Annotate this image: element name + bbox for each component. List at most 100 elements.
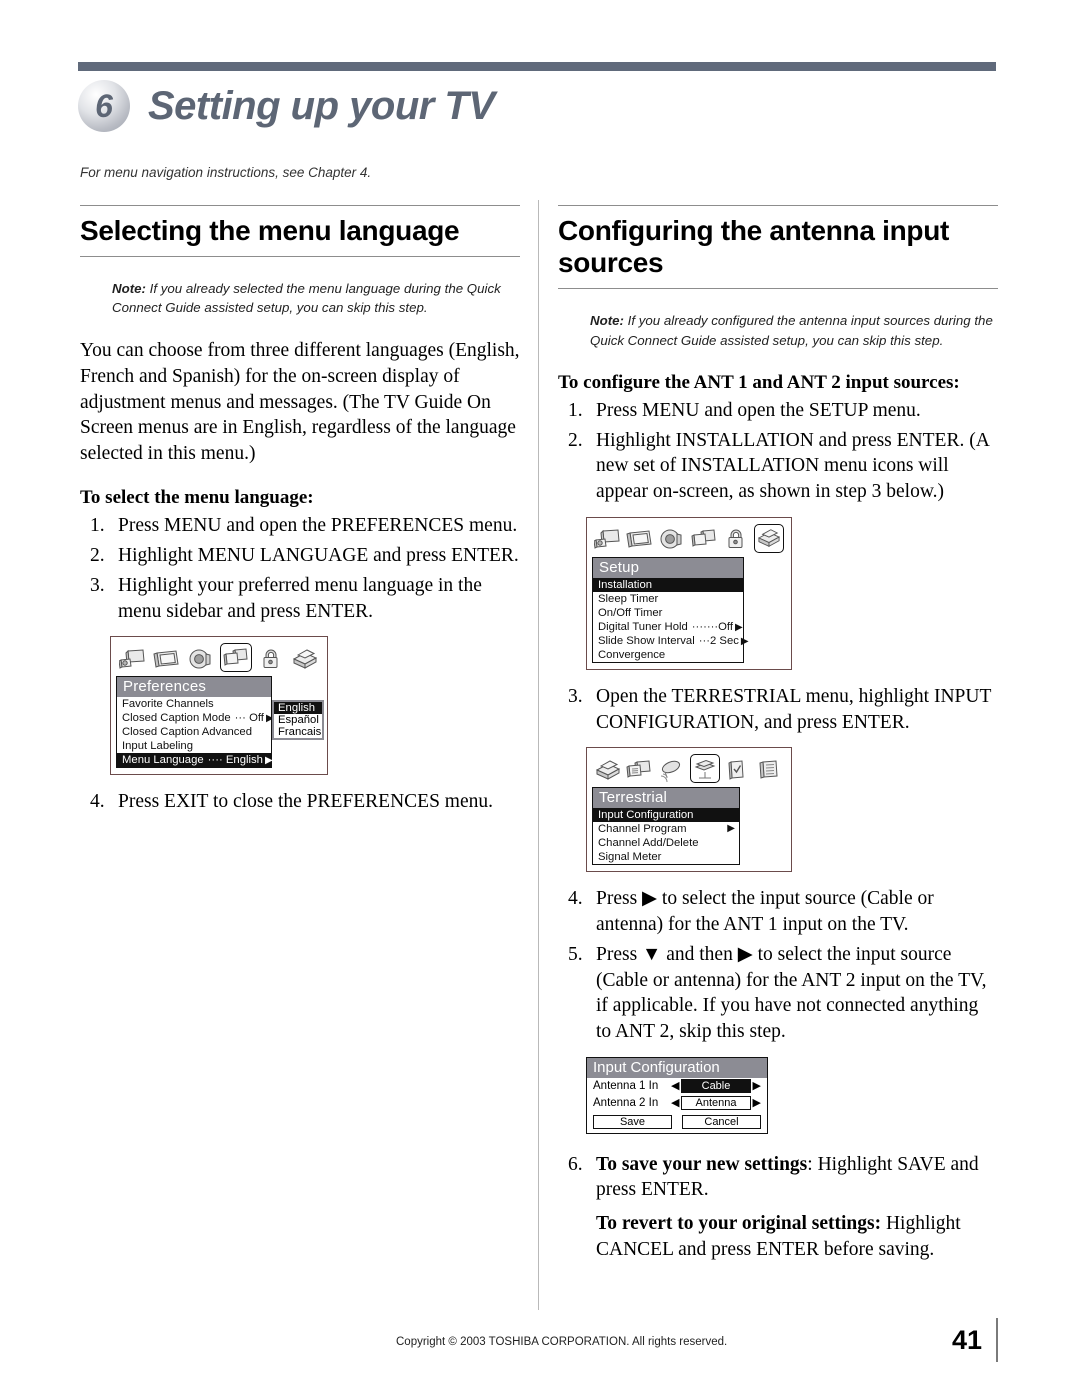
- list-item: 3. Open the TERRESTRIAL menu, highlight I…: [558, 684, 998, 735]
- menu-item-value: ···2 Sec ▶: [698, 634, 749, 647]
- sidebar-item-francais[interactable]: Francais: [274, 726, 322, 738]
- menu-item-convergence[interactable]: Convergence: [593, 648, 743, 662]
- menu-item-favorite-channels[interactable]: Favorite Channels: [117, 697, 271, 711]
- menu-item-sleep-timer[interactable]: Sleep Timer: [593, 592, 743, 606]
- menu-item-on-off-timer[interactable]: On/Off Timer: [593, 606, 743, 620]
- list-item: 3. Highlight your preferred menu language…: [80, 573, 520, 624]
- setup-box-icon[interactable]: [594, 756, 622, 783]
- menu-item-menu-language[interactable]: Menu Language ···· English ▶: [117, 753, 273, 768]
- right-lead: To configure the ANT 1 and ANT 2 input s…: [558, 371, 960, 393]
- tv-screen-icon[interactable]: [152, 645, 182, 672]
- menu-item-label: Closed Caption Advanced: [122, 726, 253, 739]
- terrestrial-panel: Terrestrial Input Configuration Channel …: [592, 787, 740, 866]
- step-text: Press MENU and open the SETUP menu.: [596, 399, 921, 421]
- chevron-left-icon[interactable]: ◀: [671, 1097, 679, 1109]
- chevron-left-icon[interactable]: ◀: [671, 1080, 679, 1092]
- satellite-dish-icon[interactable]: [658, 756, 686, 783]
- list-item: To revert to your original settings: Hig…: [558, 1211, 998, 1262]
- step-number: 4.: [568, 888, 583, 910]
- chevron-right-icon: ▶: [727, 823, 735, 835]
- preferences-osd-figure: Preferences Favorite Channels Closed Cap…: [110, 636, 520, 776]
- setup-box-icon[interactable]: [754, 523, 784, 553]
- menu-item-installation[interactable]: Installation: [593, 577, 743, 592]
- preferences-panel-wrap: Preferences Favorite Channels Closed Cap…: [111, 676, 327, 769]
- step-text: Highlight your preferred menu language i…: [118, 574, 482, 622]
- page-number: 41: [952, 1325, 983, 1355]
- left-note: Note: If you already selected the menu l…: [112, 279, 520, 318]
- preferences-screens-icon[interactable]: [690, 526, 718, 553]
- right-steps-4-5: 4. Press ▶ to select the input source (Ca…: [558, 886, 998, 1044]
- list-item: 4. Press EXIT to close the PREFERENCES me…: [80, 789, 520, 815]
- tv-screen-icon[interactable]: [626, 526, 654, 553]
- chevron-right-icon[interactable]: ▶: [753, 1097, 761, 1109]
- menu-item-input-labeling[interactable]: Input Labeling: [117, 739, 271, 753]
- menu-item-channel-add-delete[interactable]: Channel Add/Delete: [593, 836, 739, 850]
- antenna-1-value[interactable]: Cable: [681, 1079, 751, 1094]
- chevron-right-icon: ▶: [740, 635, 749, 647]
- preferences-screens-icon[interactable]: [220, 643, 252, 673]
- terrestrial-antenna-icon[interactable]: [690, 754, 720, 784]
- antenna-2-row: Antenna 2 In ◀ Antenna ▶: [587, 1095, 767, 1112]
- audio-speaker-icon[interactable]: [186, 645, 216, 672]
- menu-item-channel-program[interactable]: Channel Program ▶: [593, 822, 739, 836]
- picture-icon[interactable]: [594, 526, 622, 553]
- right-step3-list: 3. Open the TERRESTRIAL menu, highlight I…: [558, 684, 998, 735]
- setup-panel-wrap: Setup Installation Sleep Timer On/Off Ti…: [587, 556, 791, 663]
- audio-speaker-icon[interactable]: [658, 526, 686, 553]
- chevron-right-icon: ▶: [737, 943, 753, 965]
- right-section-title: Configuring the antenna input sources: [558, 215, 950, 279]
- menu-item-closed-caption-advanced[interactable]: Closed Caption Advanced: [117, 725, 271, 739]
- sidebar-item-english[interactable]: English: [274, 702, 322, 715]
- preferences-icon-row: [111, 637, 327, 676]
- lock-icon[interactable]: [722, 526, 750, 553]
- step-number: 2.: [90, 545, 105, 567]
- setup-osd-figure: Setup Installation Sleep Timer On/Off Ti…: [586, 516, 998, 670]
- menu-item-label: Channel Add/Delete: [598, 837, 699, 850]
- input-configuration-buttons: Save Cancel: [587, 1112, 767, 1133]
- antenna-1-label: Antenna 1 In: [593, 1080, 659, 1093]
- menu-item-label: Closed Caption Mode: [122, 712, 231, 725]
- lock-icon[interactable]: [256, 645, 286, 672]
- input-labeling-icon[interactable]: [626, 756, 654, 783]
- menu-item-digital-tuner-hold[interactable]: Digital Tuner Hold ·······Off ▶: [593, 620, 743, 634]
- menu-item-label: On/Off Timer: [598, 606, 663, 619]
- input-configuration-title: Input Configuration: [587, 1057, 767, 1078]
- list-item: 2. Highlight MENU LANGUAGE and press ENTE…: [80, 543, 520, 569]
- left-note-label: Note:: [112, 281, 146, 297]
- channel-list-icon[interactable]: [756, 756, 784, 783]
- chapter-number-badge: 6: [78, 80, 130, 132]
- setup-icon-row: [587, 518, 791, 557]
- terrestrial-panel-wrap: Terrestrial Input Configuration Channel …: [587, 787, 791, 866]
- navigation-subnote: For menu navigation instructions, see Ch…: [80, 165, 372, 180]
- sidebar-item-espanol[interactable]: Español: [274, 714, 322, 726]
- left-note-text: If you already selected the menu languag…: [112, 281, 501, 316]
- chevron-right-icon[interactable]: ▶: [753, 1080, 761, 1092]
- terrestrial-osd-figure: Terrestrial Input Configuration Channel …: [586, 747, 998, 873]
- left-steps-list: 1. Press MENU and open the PREFERENCES me…: [80, 513, 520, 624]
- menu-item-value: ··· Off ▶: [234, 712, 274, 725]
- left-column: Selecting the menu language Note: If you…: [80, 205, 520, 815]
- menu-item-label: Sleep Timer: [598, 592, 659, 605]
- cancel-button[interactable]: Cancel: [682, 1114, 761, 1129]
- menu-item-closed-caption-mode[interactable]: Closed Caption Mode ··· Off ▶: [117, 711, 274, 725]
- menu-item-input-configuration[interactable]: Input Configuration: [593, 808, 739, 823]
- picture-icon[interactable]: [118, 645, 148, 672]
- right-note-label: Note:: [590, 313, 624, 329]
- menu-item-slide-show-interval[interactable]: Slide Show Interval ···2 Sec ▶: [593, 634, 749, 648]
- antenna-2-value[interactable]: Antenna: [681, 1096, 751, 1111]
- setup-box-icon[interactable]: [290, 645, 320, 672]
- step-number: 3.: [90, 574, 105, 596]
- setup-panel: Setup Installation Sleep Timer On/Off Ti…: [592, 556, 749, 663]
- save-button[interactable]: Save: [593, 1114, 672, 1129]
- left-lead: To select the menu language:: [80, 487, 314, 509]
- menu-item-value: ···· English ▶: [207, 754, 273, 767]
- terrestrial-panel-title: Terrestrial: [593, 788, 739, 809]
- preferences-panel: Preferences Favorite Channels Closed Cap…: [116, 676, 274, 769]
- menu-item-signal-meter[interactable]: Signal Meter: [593, 850, 739, 864]
- check-box-icon[interactable]: [724, 756, 752, 783]
- menu-item-label: Slide Show Interval: [598, 634, 695, 647]
- header-band: [78, 62, 996, 71]
- antenna-2-label: Antenna 2 In: [593, 1097, 659, 1110]
- step-text: Highlight MENU LANGUAGE and press ENTER.: [118, 545, 519, 567]
- menu-item-label: Digital Tuner Hold: [598, 620, 688, 633]
